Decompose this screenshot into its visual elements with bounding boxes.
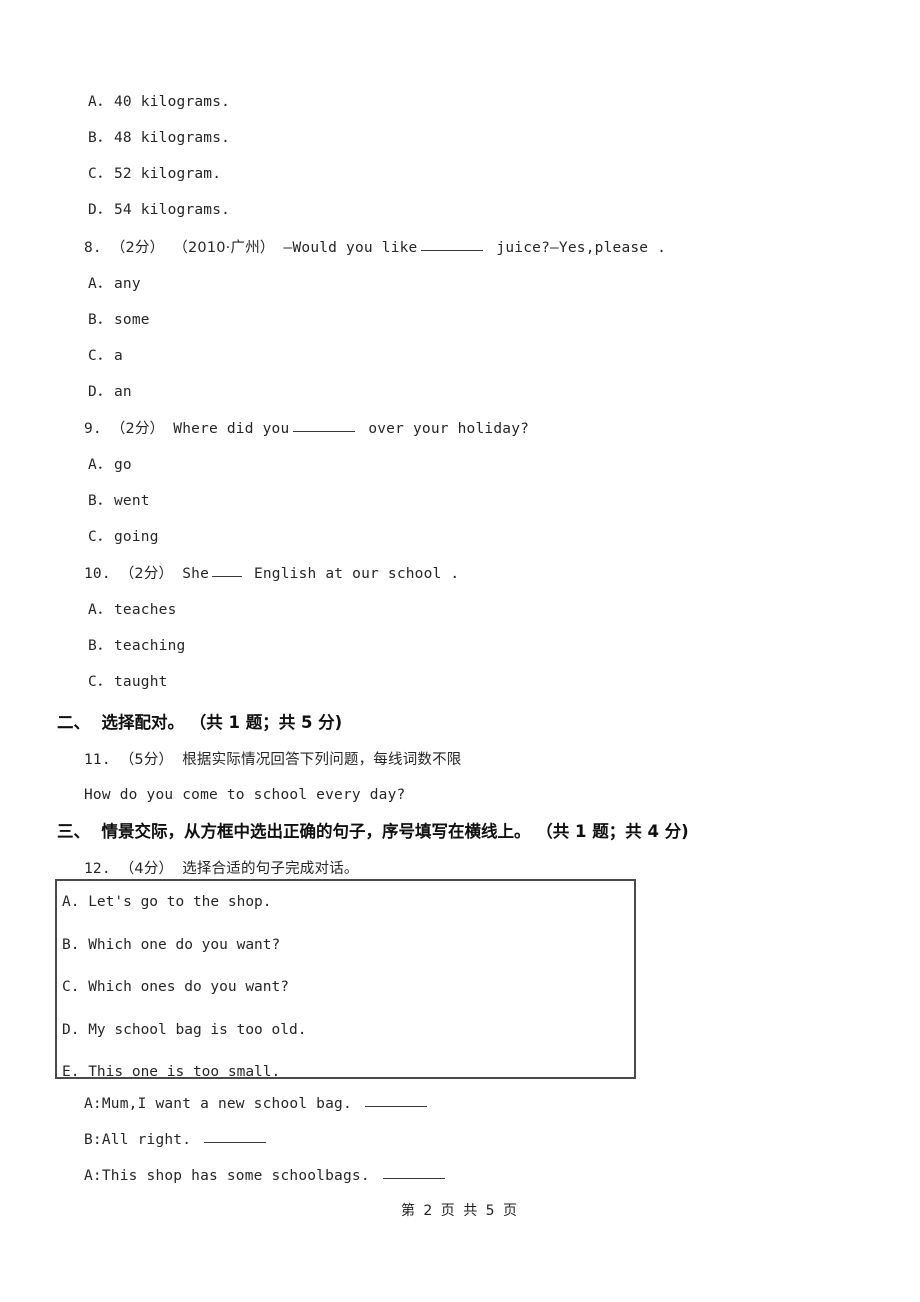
option-row: C． 52 kilogram. (0, 156, 920, 192)
question-number: 8. (84, 240, 102, 256)
choice-box-item: D. My school bag is too old. (62, 1021, 307, 1038)
section-2: 二、 选择配对。 （共 1 题；共 5 分) 11. （5分） 根据实际情况回答… (0, 703, 920, 813)
exam-page: A． 40 kilograms. B． 48 kilograms. C． 52 kil… (0, 0, 920, 1302)
option-row: C． a (0, 338, 920, 374)
question-11-prompt: How do you come to school every day? (84, 787, 406, 803)
option-row: C． going (0, 519, 920, 555)
question-score: （2分） (110, 240, 165, 256)
choice-box-item: B. Which one do you want? (62, 936, 281, 953)
answer-blank[interactable] (293, 418, 356, 432)
answer-blank[interactable] (382, 1165, 445, 1179)
option-text: some (114, 312, 150, 328)
question-source: （2010·广州） (173, 240, 275, 256)
option-label: C． (88, 348, 112, 364)
option-text: going (114, 529, 159, 545)
choice-box-item: A. Let's go to the shop. (62, 894, 272, 910)
option-row: A． 40 kilograms. (0, 84, 920, 120)
answer-blank[interactable] (421, 237, 484, 251)
question-10-stem: 10. （2分） She English at our school . (0, 556, 920, 592)
option-label: C． (88, 529, 112, 545)
question-8: 8. （2分） （2010·广州） —Would you like juice?… (0, 230, 920, 410)
question-instruction: 选择合适的句子完成对话。 (182, 861, 359, 877)
question-number: 11. (84, 752, 111, 768)
option-row: A． teaches (0, 592, 920, 628)
answer-blank[interactable] (212, 563, 242, 577)
question-number: 10. (84, 566, 111, 582)
question-instruction: 根据实际情况回答下列问题，每线词数不限 (182, 752, 462, 768)
dialogue-text: A:Mum,I want a new school bag. (84, 1096, 352, 1112)
option-text: teaches (114, 602, 177, 618)
question-stem-after: over your holiday? (368, 421, 530, 437)
option-label: D． (88, 202, 112, 218)
option-text: any (114, 276, 141, 292)
option-row: B． teaching (0, 628, 920, 664)
dialogue-text: A:This shop has some schoolbags. (84, 1168, 370, 1184)
dialogue-text: B:All right. (84, 1132, 192, 1148)
question-stem-after: juice?—Yes,please . (496, 240, 667, 256)
question-stem-after: English at our school . (253, 566, 460, 582)
option-row: A． any (0, 266, 920, 302)
option-label: B． (88, 638, 112, 654)
option-label: A． (88, 94, 112, 110)
question-stem-before: Where did you (173, 421, 290, 437)
section-3-heading: 三、 情景交际，从方框中选出正确的句子，序号填写在横线上。 （共 1 题；共 4… (57, 822, 689, 841)
question-11-stem: 11. （5分） 根据实际情况回答下列问题，每线词数不限 (0, 743, 920, 777)
option-row: B． went (0, 483, 920, 519)
section-3: 三、 情景交际，从方框中选出正确的句子，序号填写在横线上。 （共 1 题；共 4… (0, 812, 920, 886)
option-text: a (114, 348, 123, 364)
question-9: 9. （2分） Where did you over your holiday?… (0, 411, 920, 555)
option-text: 52 kilogram. (114, 166, 222, 182)
dialogue-line: A:Mum,I want a new school bag. (0, 1086, 920, 1122)
option-label: D． (88, 384, 112, 400)
option-text: an (114, 384, 132, 400)
option-label: B． (88, 493, 112, 509)
option-text: went (114, 493, 150, 509)
question-stem-before: —Would you like (283, 240, 418, 256)
option-label: C． (88, 674, 112, 690)
option-row: D． 54 kilograms. (0, 192, 920, 228)
option-text: teaching (114, 638, 186, 654)
option-row: A． go (0, 447, 920, 483)
option-text: 48 kilograms. (114, 130, 231, 146)
choice-box: A. Let's go to the shop. B. Which one do… (55, 879, 636, 1080)
question-score: （2分） (119, 566, 174, 582)
dialogue-line: A:This shop has some schoolbags. (0, 1158, 920, 1194)
option-row: C． taught (0, 664, 920, 700)
option-row: B． 48 kilograms. (0, 120, 920, 156)
option-label: A． (88, 276, 112, 292)
option-text: go (114, 457, 132, 473)
option-label: A． (88, 602, 112, 618)
question-stem-before: She (182, 566, 209, 582)
question-9-stem: 9. （2分） Where did you over your holiday? (0, 411, 920, 447)
option-label: B． (88, 130, 112, 146)
option-row: D． an (0, 374, 920, 410)
option-label: B． (88, 312, 112, 328)
choice-box-item: C. Which ones do you want? (62, 979, 289, 995)
option-row: B． some (0, 302, 920, 338)
question-10: 10. （2分） She English at our school . A． t… (0, 556, 920, 700)
dialogue-line: B:All right. (0, 1122, 920, 1158)
option-text: 54 kilograms. (114, 202, 231, 218)
answer-blank[interactable] (364, 1093, 427, 1107)
question-8-stem: 8. （2分） （2010·广州） —Would you like juice?… (0, 230, 920, 266)
question-number: 9. (84, 421, 102, 437)
question-7-options: A． 40 kilograms. B． 48 kilograms. C． 52 kil… (0, 84, 920, 228)
option-label: C． (88, 166, 112, 182)
page-footer: 第 2 页 共 5 页 (400, 1203, 520, 1219)
question-score: （2分） (110, 421, 165, 437)
option-text: taught (114, 674, 168, 690)
option-text: 40 kilograms. (114, 94, 231, 110)
section-2-heading: 二、 选择配对。 （共 1 题；共 5 分) (57, 713, 343, 732)
question-score: （5分） (119, 752, 174, 768)
dialogue: A:Mum,I want a new school bag. B:All rig… (0, 1086, 920, 1194)
answer-blank[interactable] (204, 1129, 267, 1143)
option-label: A． (88, 457, 112, 473)
